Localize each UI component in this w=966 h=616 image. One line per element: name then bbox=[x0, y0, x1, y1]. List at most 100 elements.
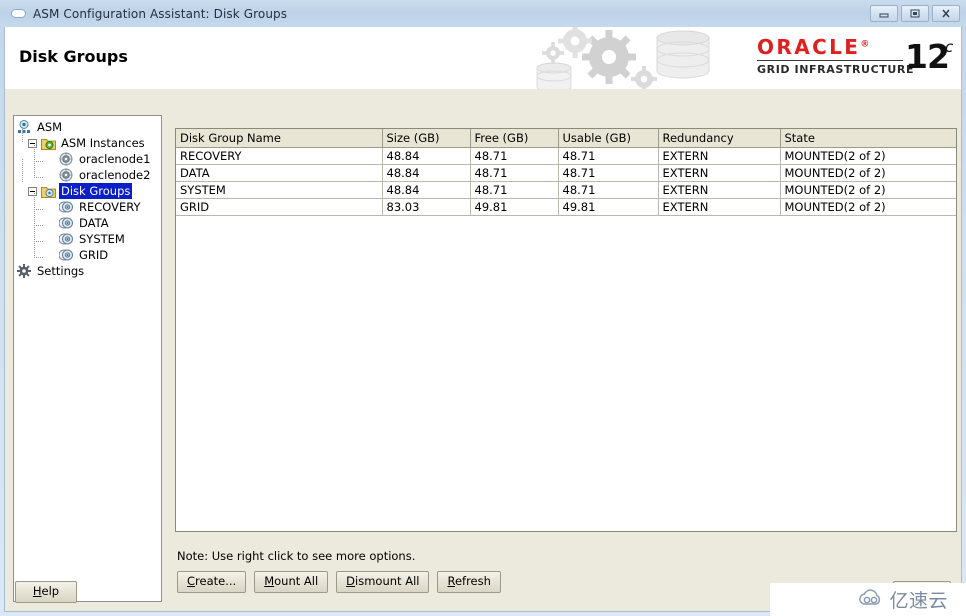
oracle-trademark: ® bbox=[860, 39, 872, 50]
table-cell: SYSTEM bbox=[176, 181, 383, 199]
tree-item-label: DATA bbox=[79, 216, 109, 230]
column-header[interactable]: Disk Group Name bbox=[176, 129, 383, 148]
tree-connector-line bbox=[34, 177, 44, 178]
window-title: ASM Configuration Assistant: Disk Groups bbox=[33, 6, 288, 21]
help-button-label: elp bbox=[41, 584, 60, 598]
table-cell: 48.84 bbox=[382, 164, 471, 182]
watermark-text: 亿速云 bbox=[889, 590, 948, 612]
minimize-icon[interactable] bbox=[870, 5, 898, 22]
window-body: Disk Groups ORACLE® GRID INFRASTRUCTURE … bbox=[4, 27, 962, 612]
column-header[interactable]: Usable (GB) bbox=[558, 129, 659, 148]
tree-item-label: GRID bbox=[79, 248, 109, 262]
help-button[interactable]: Help bbox=[15, 581, 77, 603]
tree-item-asm[interactable]: ASM bbox=[14, 119, 161, 135]
tree-item-settings[interactable]: Settings bbox=[14, 263, 161, 279]
tree-item-data[interactable]: DATA bbox=[14, 215, 161, 231]
refresh-button-mnemonic: R bbox=[447, 574, 455, 588]
table-row[interactable]: GRID 83.03 49.81 49.81 EXTERN MOUNTED(2 of 2) bbox=[176, 198, 956, 216]
title-bar: ASM Configuration Assistant: Disk Groups bbox=[0, 0, 966, 27]
help-button-mnemonic: H bbox=[32, 584, 42, 598]
dismount-all-button-mnemonic: D bbox=[346, 574, 356, 588]
tree-item-system[interactable]: SYSTEM bbox=[14, 231, 161, 247]
table-cell: 48.71 bbox=[558, 164, 659, 182]
tree-connector-line bbox=[22, 159, 23, 183]
table-cell: 48.71 bbox=[558, 147, 659, 165]
table-cell: 48.84 bbox=[382, 147, 471, 165]
disk-group-icon bbox=[58, 199, 74, 215]
table-cell: MOUNTED(2 of 2) bbox=[780, 198, 956, 216]
dismount-all-button[interactable]: Dismount All bbox=[336, 571, 430, 593]
navigation-tree: ASM ASM Instances oraclenode1 oraclenode2 Di… bbox=[14, 116, 161, 279]
window-controls bbox=[870, 5, 960, 22]
tree-connector-line bbox=[34, 209, 44, 210]
disk-groups-table-panel[interactable]: Disk Group Name Size (GB) Free (GB) Usable … bbox=[175, 128, 957, 532]
table-cell: 48.71 bbox=[470, 164, 559, 182]
tree-item-asm-instances[interactable]: ASM Instances bbox=[14, 135, 161, 151]
column-header[interactable]: Redundancy bbox=[658, 129, 781, 148]
table-cell: EXTERN bbox=[658, 164, 781, 182]
oracle-wordmark: ORACLE® bbox=[757, 35, 872, 59]
tree-item-disk-groups[interactable]: Disk Groups bbox=[14, 183, 161, 199]
mount-all-button-label: ount All bbox=[274, 574, 319, 588]
tree-item-recovery[interactable]: RECOVERY bbox=[14, 199, 161, 215]
create-button-label: reate... bbox=[195, 574, 237, 588]
tree-item-label: RECOVERY bbox=[79, 200, 141, 214]
mount-all-button-mnemonic: M bbox=[264, 574, 275, 588]
table-cell: 48.71 bbox=[558, 181, 659, 199]
mount-all-button[interactable]: Mount All bbox=[254, 571, 329, 593]
tree-item-label: ASM bbox=[37, 120, 63, 134]
tree-item-label: Disk Groups bbox=[59, 183, 133, 199]
table-row[interactable]: RECOVERY 48.84 48.71 48.71 EXTERN MOUNTED(2 o… bbox=[176, 147, 956, 165]
table-cell: EXTERN bbox=[658, 198, 781, 216]
table-cell: MOUNTED(2 of 2) bbox=[780, 147, 956, 165]
tree-connector-line bbox=[34, 225, 44, 226]
table-row[interactable]: DATA 48.84 48.71 48.71 EXTERN MOUNTED(2 of 2) bbox=[176, 164, 956, 182]
tree-item-oraclenode1[interactable]: oraclenode1 bbox=[14, 151, 161, 167]
table-note: Note: Use right click to see more option… bbox=[177, 549, 416, 563]
gear-icon bbox=[16, 263, 32, 279]
watermark-overlay: 亿速云 bbox=[770, 583, 966, 616]
page-title: Disk Groups bbox=[19, 47, 128, 66]
column-header[interactable]: State bbox=[780, 129, 956, 148]
oracle-product-name: GRID INFRASTRUCTURE bbox=[757, 63, 915, 76]
column-header[interactable]: Free (GB) bbox=[470, 129, 559, 148]
create-button[interactable]: Create... bbox=[177, 571, 247, 593]
tree-item-label: Settings bbox=[37, 264, 85, 278]
refresh-button[interactable]: Refresh bbox=[437, 571, 501, 593]
dismount-all-button-label: ismount All bbox=[355, 574, 420, 588]
tree-connector-line bbox=[34, 161, 44, 162]
tree-item-oraclenode2[interactable]: oraclenode2 bbox=[14, 167, 161, 183]
tree-expander-collapse-icon[interactable] bbox=[28, 138, 37, 148]
navigation-tree-panel[interactable]: ASM ASM Instances oraclenode1 oraclenode2 Di… bbox=[13, 115, 162, 602]
create-button-mnemonic: C bbox=[187, 574, 196, 588]
refresh-button-label: efresh bbox=[454, 574, 491, 588]
instance-icon bbox=[58, 151, 74, 167]
asm-root-icon bbox=[16, 119, 32, 135]
content-area: Disk Group Name Size (GB) Free (GB) Usable … bbox=[168, 115, 957, 602]
banner-artwork-gears-icon bbox=[525, 27, 755, 89]
disk-group-action-buttons: Create... Mount All Dismount All Refresh bbox=[177, 571, 501, 593]
tree-item-label: ASM Instances bbox=[61, 136, 145, 150]
tree-expander-collapse-icon[interactable] bbox=[28, 186, 37, 196]
cloud-logo-icon bbox=[858, 588, 884, 612]
tree-item-label: SYSTEM bbox=[79, 232, 125, 246]
disk-group-icon bbox=[58, 215, 74, 231]
close-icon[interactable] bbox=[932, 5, 960, 22]
table-cell: EXTERN bbox=[658, 181, 781, 199]
column-header[interactable]: Size (GB) bbox=[382, 129, 471, 148]
tree-connector-line bbox=[22, 127, 23, 143]
header-banner: Disk Groups ORACLE® GRID INFRASTRUCTURE … bbox=[5, 27, 961, 89]
table-cell: DATA bbox=[176, 164, 383, 182]
table-cell: 48.84 bbox=[382, 181, 471, 199]
oracle-divider bbox=[757, 60, 903, 61]
table-cell: EXTERN bbox=[658, 147, 781, 165]
tree-item-label: oraclenode2 bbox=[79, 168, 151, 182]
table-cell: 48.71 bbox=[470, 147, 559, 165]
maximize-icon[interactable] bbox=[901, 5, 929, 22]
table-header-row: Disk Group Name Size (GB) Free (GB) Usable … bbox=[176, 129, 956, 148]
disk-group-icon bbox=[58, 231, 74, 247]
oracle-version-number: 12 bbox=[905, 37, 950, 76]
table-row[interactable]: SYSTEM 48.84 48.71 48.71 EXTERN MOUNTED(2 of … bbox=[176, 181, 956, 199]
tree-item-grid[interactable]: GRID bbox=[14, 247, 161, 263]
table-cell: GRID bbox=[176, 198, 383, 216]
